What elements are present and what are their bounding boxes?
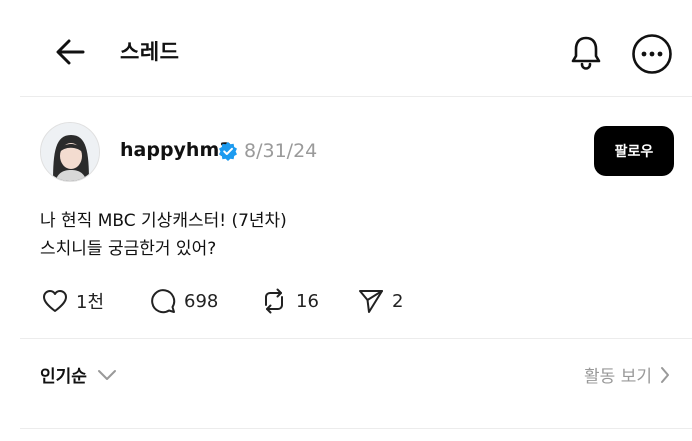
- post-text-line: 스치니들 궁금한거 있어?: [40, 239, 217, 259]
- share-count: 2: [392, 290, 404, 312]
- send-icon: [359, 290, 383, 313]
- follow-button[interactable]: 팔로우: [594, 126, 674, 176]
- chevron-right-icon: [661, 366, 669, 383]
- sort-label: 인기순: [40, 367, 87, 387]
- repost-count: 16: [296, 290, 319, 312]
- sort-dropdown[interactable]: 인기순: [40, 362, 117, 387]
- profile-photo: [41, 123, 99, 181]
- comment-icon: [151, 289, 176, 314]
- post-text-line: 나 현직 MBC 기상캐스터! (7년차): [40, 211, 287, 231]
- share-button[interactable]: 2: [358, 286, 403, 316]
- post-date: 8/31/24: [244, 140, 318, 162]
- view-activity-link[interactable]: 활동 보기: [584, 362, 670, 387]
- activity-label: 활동 보기: [584, 367, 652, 387]
- bell-icon: [571, 36, 601, 70]
- verified-badge-icon: [219, 142, 237, 161]
- avatar[interactable]: [40, 122, 100, 182]
- actions-divider: [20, 338, 692, 339]
- more-options-button[interactable]: [630, 32, 674, 76]
- back-button[interactable]: [52, 34, 88, 70]
- page-title: 스레드: [120, 40, 180, 64]
- comment-button[interactable]: 698: [150, 286, 218, 316]
- post-body: 나 현직 MBC 기상캐스터! (7년차) 스치니들 궁금한거 있어?: [40, 207, 287, 263]
- comment-count: 698: [184, 290, 219, 312]
- more-horizontal-icon: [632, 34, 672, 74]
- chevron-down-icon: [97, 369, 116, 380]
- like-count: 1천: [76, 292, 105, 313]
- notification-button[interactable]: [566, 32, 606, 72]
- bottom-divider: [20, 428, 692, 429]
- repost-button[interactable]: 16: [260, 286, 319, 316]
- arrow-left-icon: [56, 39, 85, 65]
- top-bar: 스레드: [0, 0, 692, 96]
- heart-icon: [43, 290, 67, 312]
- like-button[interactable]: 1천: [42, 286, 104, 316]
- repost-icon: [265, 288, 283, 314]
- header-divider: [20, 96, 692, 97]
- post-username[interactable]: happyhm3: [120, 139, 232, 161]
